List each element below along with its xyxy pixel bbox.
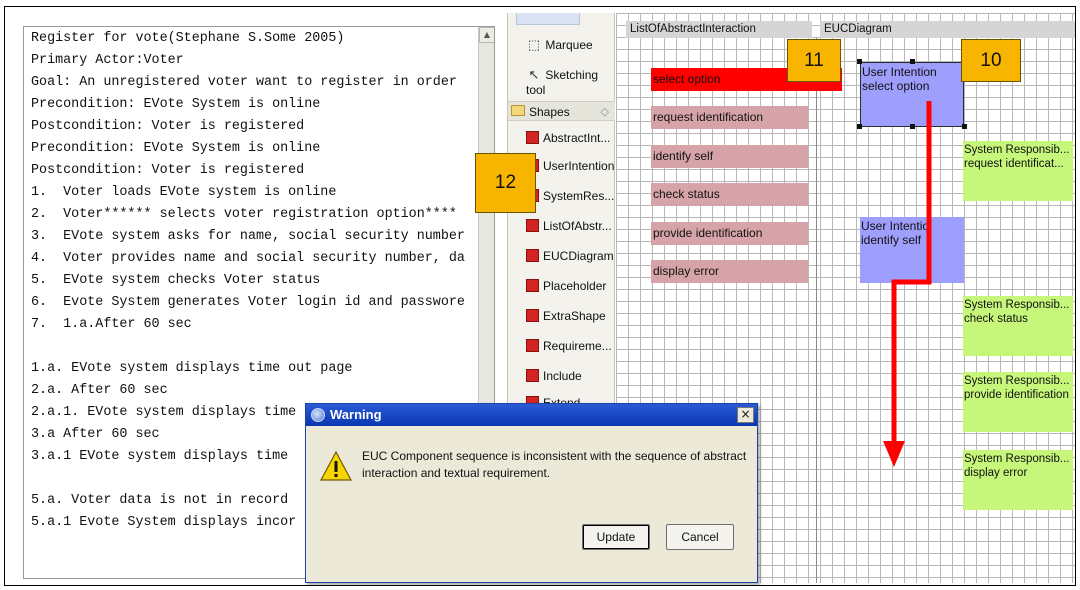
- text-line: Precondition: EVote System is online: [31, 97, 321, 112]
- folder-icon: [511, 105, 525, 116]
- text-line: 3.a.1 EVote system displays time: [31, 449, 289, 464]
- shape-system-responsibility[interactable]: SystemRes...: [526, 189, 614, 203]
- text-line: 2.a. After 60 sec: [31, 383, 168, 398]
- callout-11: 11: [787, 39, 841, 82]
- text-line: Register for vote(Stephane S.Some 2005): [31, 31, 345, 46]
- shape-list-of-abstract[interactable]: ListOfAbstr...: [526, 219, 612, 233]
- shape-include[interactable]: Include: [526, 369, 582, 383]
- text-line: 5.a. Voter data is not in record: [31, 493, 289, 508]
- warning-dialog: Warning × EUC Component sequence is inco…: [305, 403, 758, 583]
- pin-icon[interactable]: ◇: [601, 105, 609, 118]
- shape-euc-diagram[interactable]: EUCDiagram: [526, 249, 614, 263]
- text-line: 6. Evote System generates Voter login id…: [31, 295, 465, 310]
- text-line: Goal: An unregistered voter want to regi…: [31, 75, 457, 90]
- shape-icon: [526, 309, 539, 322]
- text-line: 5.a.1 Evote System displays incor: [31, 515, 297, 530]
- shape-extra-shape[interactable]: ExtraShape: [526, 309, 606, 323]
- shape-icon: [526, 219, 539, 232]
- shape-icon: [526, 279, 539, 292]
- arrow-path: [891, 101, 932, 445]
- text-line: 5. EVote system checks Voter status: [31, 273, 321, 288]
- shape-requirement[interactable]: Requireme...: [526, 339, 612, 353]
- callout-12: 12: [475, 153, 536, 213]
- text-line: Postcondition: Voter is registered: [31, 119, 305, 134]
- sketching-tool[interactable]: ↖ Sketching tool: [526, 67, 614, 97]
- text-line: 3. EVote system asks for name, social se…: [31, 229, 465, 244]
- palette-selected-tool[interactable]: [516, 13, 580, 25]
- scroll-up-arrow-icon[interactable]: ▲: [479, 27, 494, 43]
- text-line: 2. Voter****** selects voter registratio…: [31, 207, 457, 222]
- dialog-message: EUC Component sequence is inconsistent w…: [362, 449, 747, 480]
- shape-icon: [526, 249, 539, 262]
- shape-placeholder[interactable]: Placeholder: [526, 279, 606, 293]
- shape-icon: [526, 369, 539, 382]
- shape-abstract-interaction[interactable]: AbstractInt...: [526, 131, 610, 145]
- marquee-icon: ⬚: [527, 37, 541, 52]
- app-icon: [311, 408, 325, 422]
- warning-icon: [320, 450, 352, 481]
- shape-icon: [526, 131, 539, 144]
- cancel-button[interactable]: Cancel: [666, 524, 734, 550]
- dialog-titlebar[interactable]: Warning ×: [306, 404, 757, 426]
- dialog-title: Warning: [330, 407, 382, 422]
- update-button[interactable]: Update: [582, 524, 650, 550]
- text-line: 3.a After 60 sec: [31, 427, 160, 442]
- text-line: Primary Actor:Voter: [31, 53, 184, 68]
- text-line: 1.a. EVote system displays time out page: [31, 361, 353, 376]
- arrow-head: [883, 441, 905, 467]
- shape-icon: [526, 339, 539, 352]
- text-line: 1. Voter loads EVote system is online: [31, 185, 337, 200]
- pointer-icon: ↖: [528, 67, 540, 82]
- shape-user-intention[interactable]: UserIntention: [526, 159, 614, 173]
- callout-10: 10: [961, 39, 1021, 82]
- marquee-tool[interactable]: ⬚ Marquee: [526, 37, 593, 53]
- text-line: Precondition: EVote System is online: [31, 141, 321, 156]
- screenshot-frame: Register for vote(Stephane S.Some 2005) …: [4, 6, 1076, 586]
- text-line: 2.a.1. EVote system displays time: [31, 405, 297, 420]
- text-line: 7. 1.a.After 60 sec: [31, 317, 192, 332]
- shapes-drawer[interactable]: Shapes ◇: [508, 101, 615, 121]
- text-line: Postcondition: Voter is registered: [31, 163, 305, 178]
- close-icon[interactable]: ×: [737, 407, 754, 423]
- text-line: 4. Voter provides name and social securi…: [31, 251, 465, 266]
